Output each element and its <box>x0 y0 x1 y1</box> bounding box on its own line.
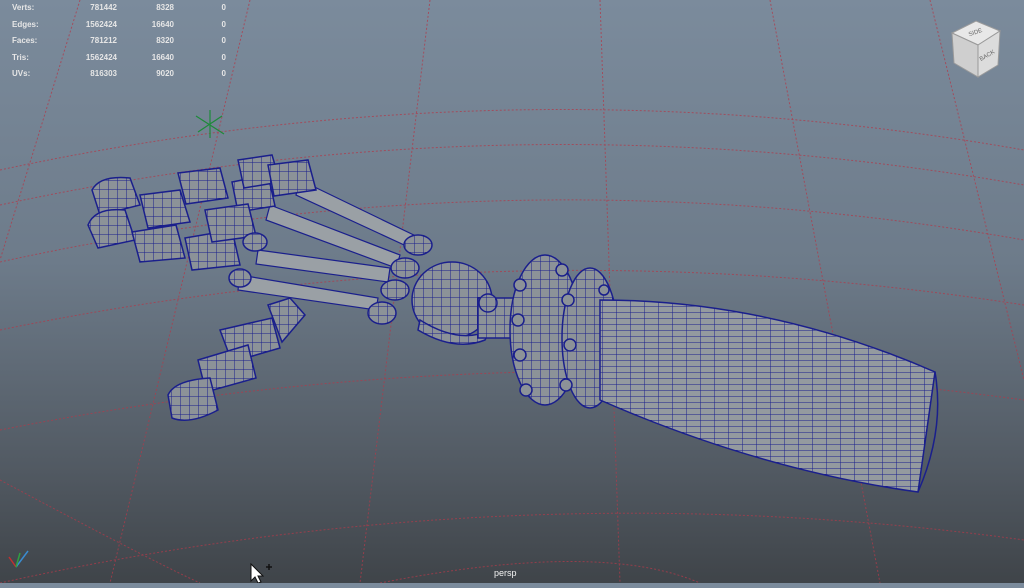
hud-total: 1562424 <box>85 52 117 62</box>
view-cube-icon[interactable]: SIDE BACK <box>944 15 1004 81</box>
hud-label: Tris: <box>12 52 29 62</box>
hud-label: Verts: <box>12 3 35 12</box>
camera-name-label: persp <box>494 568 517 578</box>
hud-selection: 16640 <box>151 19 174 29</box>
hud-components: 0 <box>221 36 226 46</box>
mouse-cursor-icon <box>248 561 278 584</box>
hud-components: 0 <box>221 69 226 79</box>
hud-row-tris: Tris: 1562424 16640 0 <box>12 50 232 67</box>
hud-row-edges: Edges: 1562424 16640 0 <box>12 17 232 34</box>
wrist-joint <box>411 261 519 345</box>
hud-row-uvs: UVs: 816303 9020 0 <box>12 66 232 83</box>
3d-viewport[interactable]: Verts: 781442 8328 0 Edges: 1562424 1664… <box>0 0 1024 584</box>
hud-total: 781212 <box>90 36 117 46</box>
hud-selection: 9020 <box>156 69 174 79</box>
pivot-manipulator-icon[interactable] <box>192 108 228 142</box>
axis-gizmo-icon <box>4 543 34 573</box>
hud-components: 0 <box>221 19 226 29</box>
thumb <box>167 297 306 421</box>
hud-poly-count: Verts: 781442 8328 0 Edges: 1562424 1664… <box>12 0 232 83</box>
hud-label: Edges: <box>12 19 39 29</box>
hud-components: 0 <box>221 52 226 62</box>
hud-total: 1562424 <box>85 19 117 29</box>
forearm-cone <box>599 299 939 493</box>
hud-label: UVs: <box>12 69 31 79</box>
hud-components: 0 <box>221 3 226 12</box>
hud-label: Faces: <box>12 36 38 46</box>
hud-total: 816303 <box>90 69 117 79</box>
hud-selection: 8328 <box>156 3 174 12</box>
hud-row-faces: Faces: 781212 8320 0 <box>12 33 232 50</box>
viewport-scene <box>0 0 1024 583</box>
ground-grid <box>0 0 1024 583</box>
hud-row-verts: Verts: 781442 8328 0 <box>12 0 232 17</box>
hud-total: 781442 <box>90 3 117 12</box>
hud-selection: 16640 <box>151 52 174 62</box>
hud-selection: 8320 <box>156 36 174 46</box>
